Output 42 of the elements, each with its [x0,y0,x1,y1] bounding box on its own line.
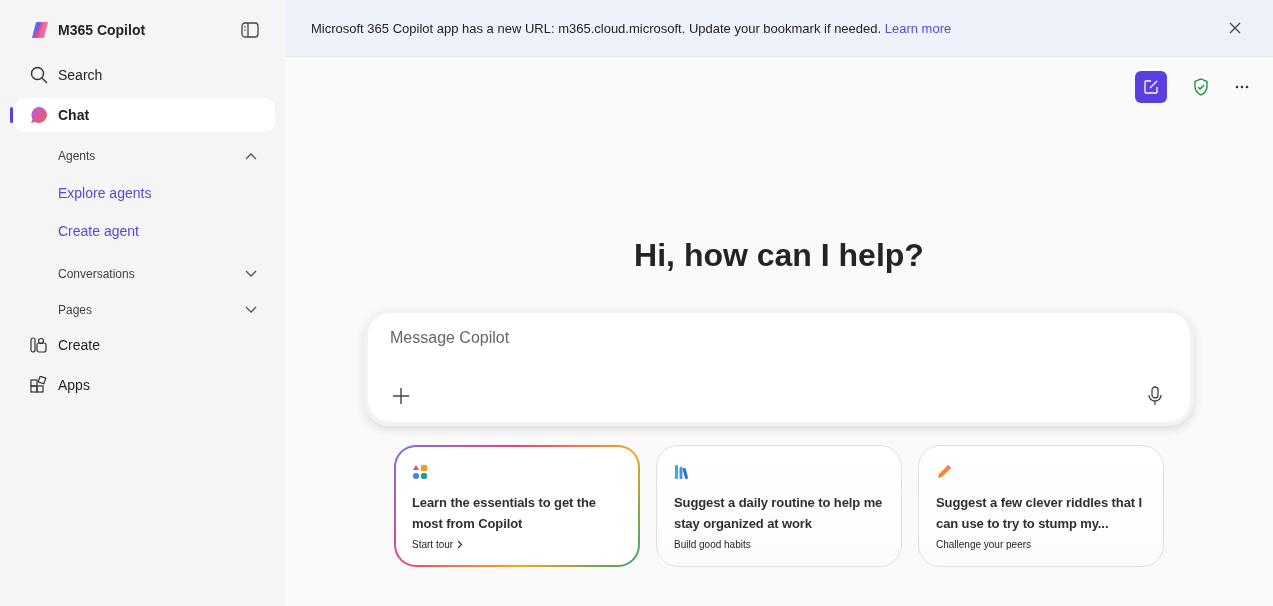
chevron-icon [245,270,257,278]
create-icon [30,336,48,354]
search-icon [30,66,48,84]
section-header[interactable]: Conversations [14,256,275,292]
card-subtitle: Start tour [412,539,629,550]
more-options-icon[interactable] [1235,85,1249,89]
section-header[interactable]: Agents [14,138,275,174]
card-title: Suggest a daily routine to help me stay organized at work [674,494,884,533]
card-subtitle: Build good habits [674,539,752,550]
chevron-icon [245,152,257,160]
suggestion-card[interactable]: Suggest a few clever riddles that I can use to try to stump my... Challenge your peers [918,445,1164,567]
compose-icon [1143,79,1159,95]
card-title: Suggest a few clever riddles that I can use to try to stump my... [936,494,1143,533]
learn-more-link[interactable]: Learn more [884,20,952,36]
section-header[interactable]: Pages [14,292,275,328]
chevron-icon [245,306,257,314]
nav-item[interactable]: Search [14,58,275,92]
chat-bubble-icon [30,106,48,124]
close-icon[interactable] [1229,22,1241,34]
suggestion-card[interactable]: Suggest a daily routine to help me stay organized at work Build good habits [656,445,902,567]
greeting-heading: Hi, how can I help? [634,236,924,275]
pencil-icon [936,464,952,480]
shapes-icon [412,464,428,480]
agent-link[interactable]: Create agent [14,212,275,250]
agent-link[interactable]: Explore agents [14,174,275,212]
chevron-right-icon [457,540,464,549]
nav-item[interactable]: Create [14,328,275,362]
message-input[interactable]: Message Copilot [390,329,1168,347]
copilot-logo-icon [30,20,50,40]
banner-message: Microsoft 365 Copilot app has a new URL: m365.cloud.microsoft. Update your bookmark if needed. Learn more [311,20,952,36]
sidebar-toggle-icon[interactable] [241,22,259,38]
new-chat-button[interactable] [1135,71,1167,103]
card-subtitle: Challenge your peers [936,539,1033,550]
suggestion-card[interactable]: Learn the essentials to get the most from Copilot Start tour [394,445,640,567]
books-icon [674,464,690,480]
nav-item[interactable]: Apps [14,368,275,402]
apps-icon [30,376,48,394]
shield-check-icon[interactable] [1193,78,1209,96]
app-title: M365 Copilot [58,22,147,38]
add-icon[interactable] [392,387,410,405]
microphone-icon[interactable] [1148,386,1162,406]
card-title: Learn the essentials to get the most from Copilot [412,494,597,533]
